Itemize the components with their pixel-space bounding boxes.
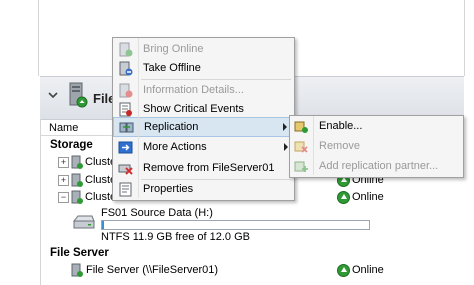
status-text: Online xyxy=(352,264,384,276)
online-status-icon xyxy=(337,191,350,204)
submenu-icon-gutter xyxy=(313,116,314,175)
cluster-disk-icon xyxy=(71,173,83,187)
column-header-name[interactable]: Name xyxy=(49,122,78,134)
collapse-chevron-icon[interactable] xyxy=(47,89,59,101)
menu-separator xyxy=(141,79,291,80)
information-details-icon xyxy=(118,83,133,98)
window-border-left xyxy=(38,0,39,76)
remove-icon xyxy=(118,161,133,176)
menu-item-label: Take Offline xyxy=(143,62,201,74)
menu-item-bring-online[interactable]: Bring Online xyxy=(113,40,294,59)
menu-item-label: Replication xyxy=(144,121,199,133)
file-server-name[interactable]: File Server (\\FileServer01) xyxy=(86,264,218,276)
expand-toggle[interactable]: + xyxy=(58,175,69,186)
disk-drive-icon xyxy=(72,213,96,234)
disk-capacity-text: NTFS 11.9 GB free of 12.0 GB xyxy=(101,231,250,243)
cluster-disk-icon xyxy=(71,190,83,204)
storage-group-label: Storage xyxy=(50,139,93,151)
submenu-item-enable[interactable]: Enable... xyxy=(290,117,463,136)
remove-replication-icon xyxy=(294,139,309,154)
replication-icon xyxy=(119,120,134,135)
collapse-toggle[interactable]: − xyxy=(58,192,69,203)
menu-item-label: Information Details... xyxy=(143,84,244,96)
menu-item-information-details[interactable]: Information Details... xyxy=(113,81,294,100)
menu-icon-gutter xyxy=(138,38,139,198)
menu-item-more-actions[interactable]: More Actions xyxy=(113,138,294,157)
more-actions-icon xyxy=(118,140,133,155)
file-server-icon xyxy=(71,263,83,277)
menu-item-label: Remove from FileServer01 xyxy=(143,162,275,174)
menu-item-properties[interactable]: Properties xyxy=(113,180,294,199)
properties-icon xyxy=(118,182,133,197)
online-status-icon xyxy=(337,264,350,277)
menu-item-label: More Actions xyxy=(143,141,207,153)
critical-events-icon xyxy=(118,102,133,117)
submenu-item-label: Add replication partner... xyxy=(319,160,439,172)
enable-replication-icon xyxy=(294,119,309,134)
window-border-right xyxy=(464,0,465,76)
menu-item-take-offline[interactable]: Take Offline xyxy=(113,59,294,78)
disk-volume-name[interactable]: FS01 Source Data (H:) xyxy=(101,207,213,219)
submenu-arrow-icon xyxy=(284,143,288,151)
menu-item-remove-from-fileserver[interactable]: Remove from FileServer01 xyxy=(113,159,294,178)
context-menu: Bring Online Take Offline Information De… xyxy=(112,37,295,201)
server-icon xyxy=(68,82,88,108)
disk-usage-fill xyxy=(102,221,104,229)
cluster-disk-icon xyxy=(71,155,83,169)
menu-item-label: Show Critical Events xyxy=(143,103,244,115)
disk-usage-bar xyxy=(101,220,370,230)
submenu-item-label: Remove xyxy=(319,140,360,152)
file-server-group-label: File Server xyxy=(50,247,109,259)
menu-item-label: Bring Online xyxy=(143,43,204,55)
take-offline-icon xyxy=(118,61,133,76)
bring-online-icon xyxy=(118,42,133,57)
menu-item-replication[interactable]: Replication xyxy=(113,117,294,137)
menu-item-label: Properties xyxy=(143,183,194,195)
submenu-item-label: Enable... xyxy=(319,120,363,132)
add-partner-icon xyxy=(294,159,309,174)
status-text: Online xyxy=(352,191,384,203)
submenu-arrow-icon xyxy=(283,123,287,131)
replication-submenu: Enable... Remove Add replication partner… xyxy=(289,115,464,178)
expand-toggle[interactable]: + xyxy=(58,157,69,168)
submenu-item-add-replication-partner[interactable]: Add replication partner... xyxy=(290,157,463,176)
pane-border xyxy=(40,119,41,285)
submenu-item-remove[interactable]: Remove xyxy=(290,137,463,156)
